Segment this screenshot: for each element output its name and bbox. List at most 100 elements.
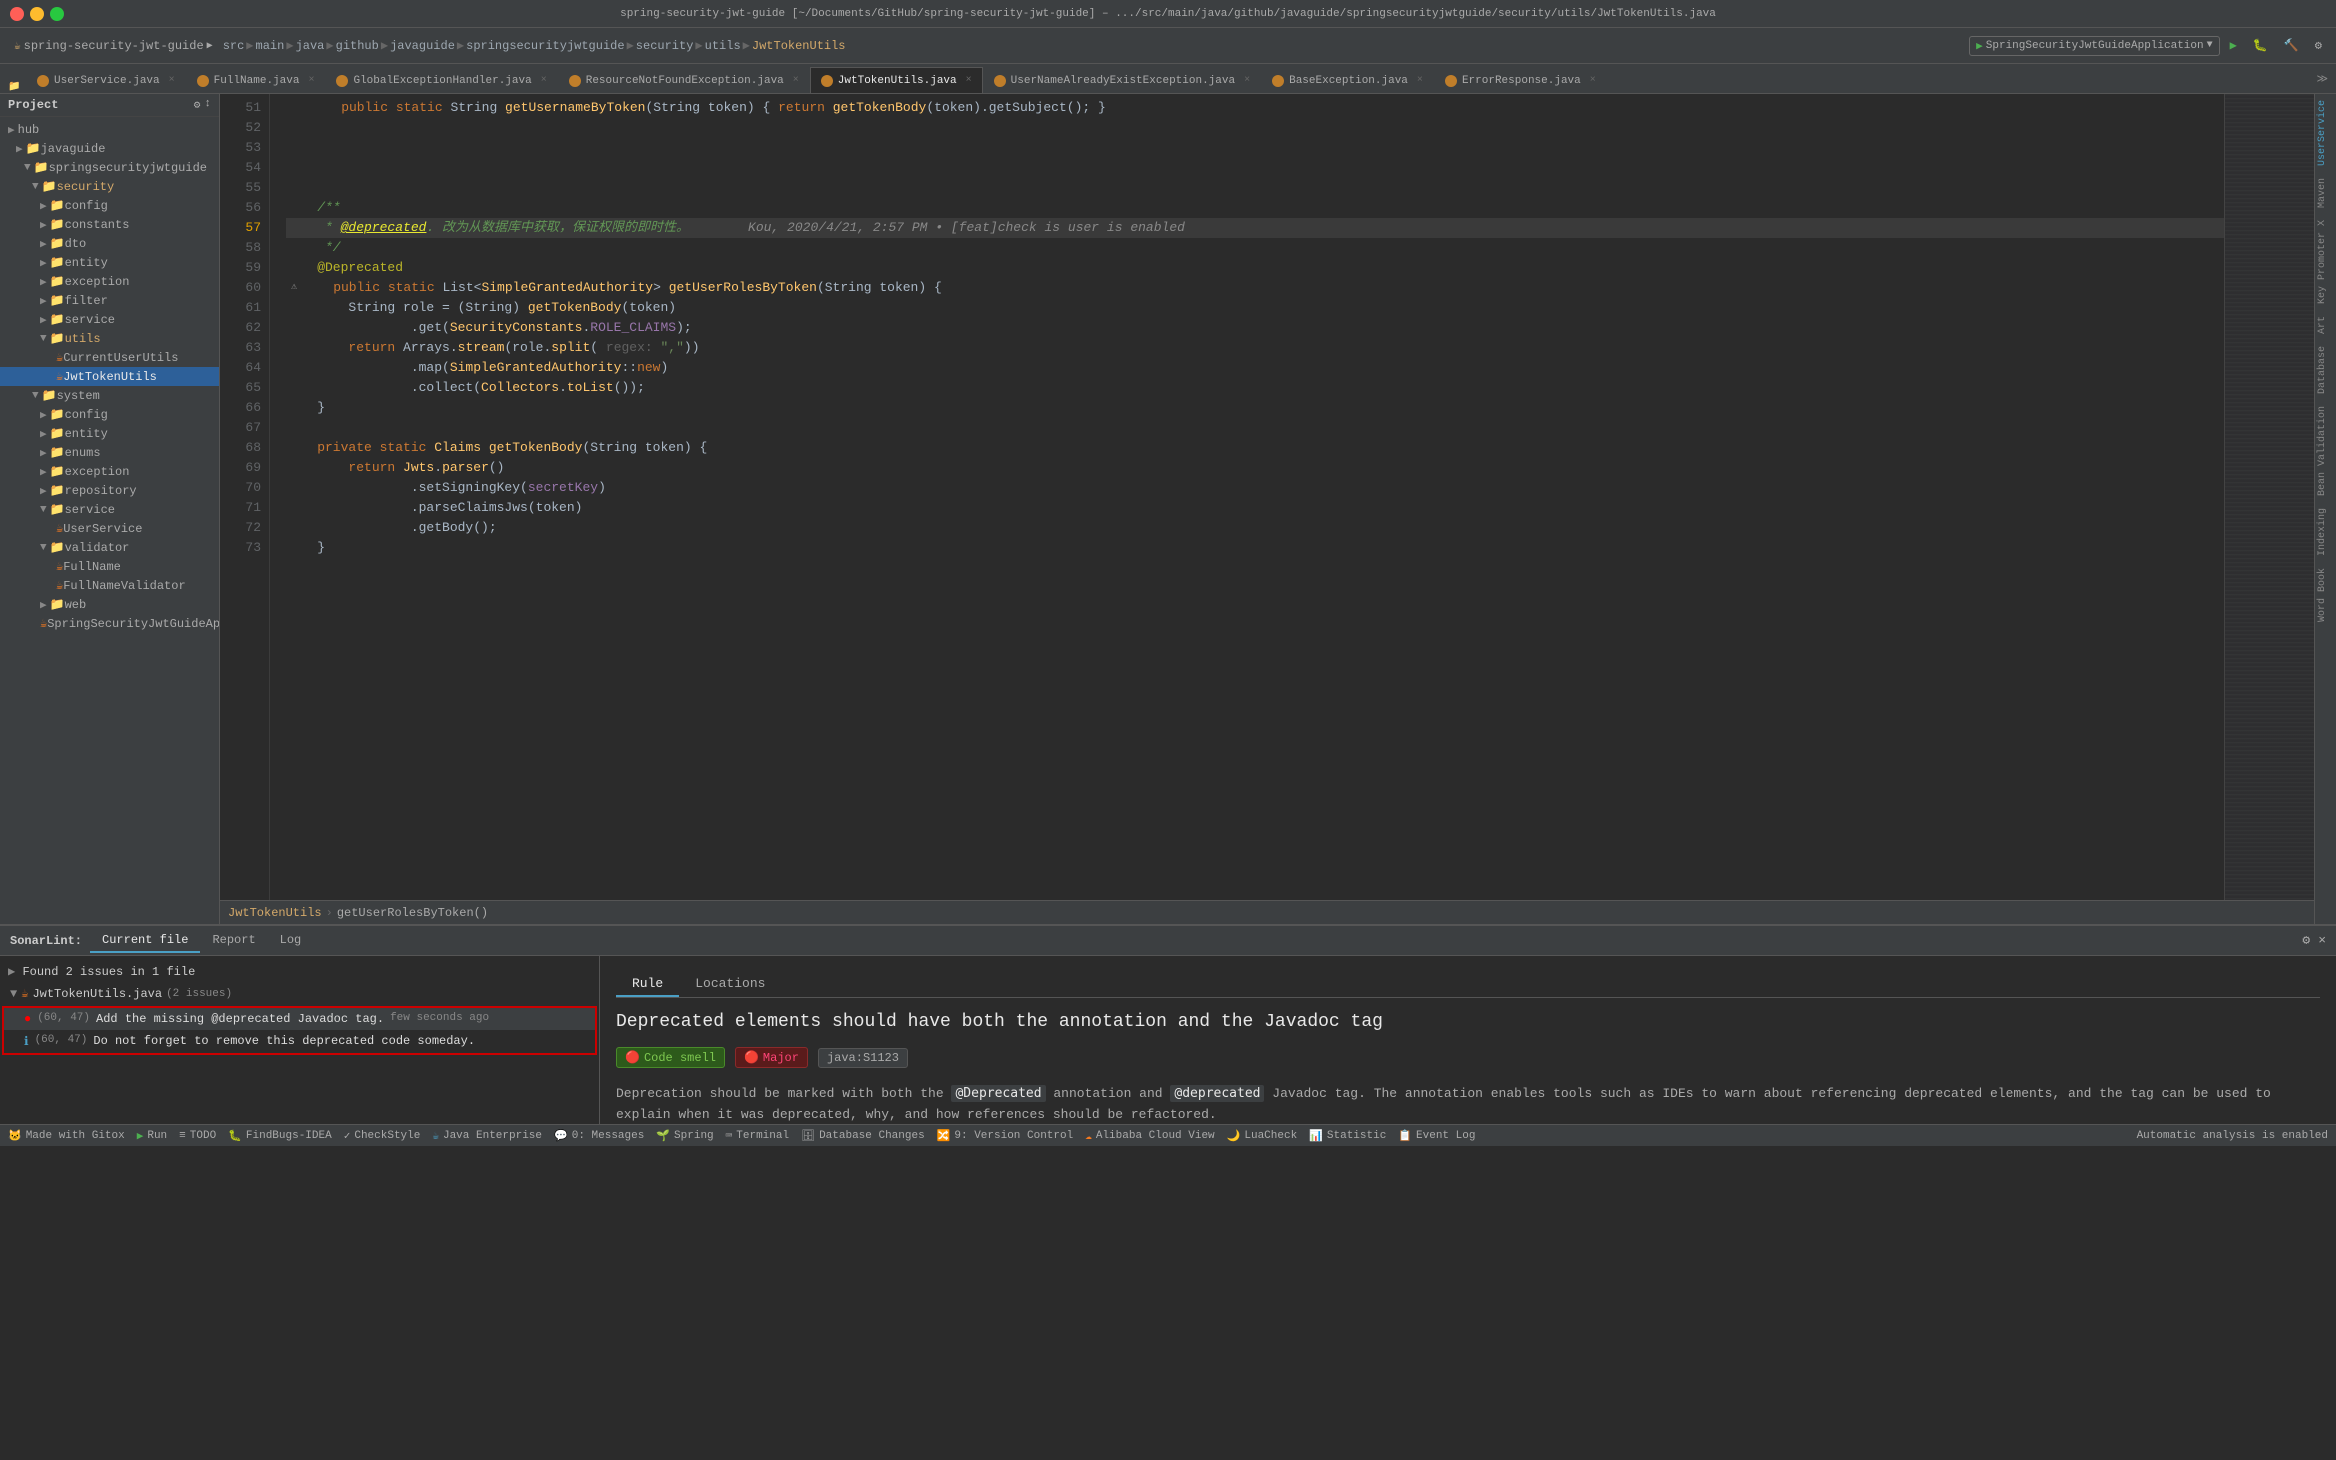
status-statistic[interactable]: 📊 Statistic	[1309, 1129, 1386, 1143]
tab-close-icon[interactable]: ×	[541, 75, 547, 86]
vtab-indexing[interactable]: Indexing	[2315, 502, 2336, 562]
status-findbugs[interactable]: 🐛 FindBugs-IDEA	[228, 1129, 332, 1143]
gear-icon: ⚙	[2315, 38, 2322, 53]
rule-tab-locations[interactable]: Locations	[679, 972, 781, 997]
tree-item-exception[interactable]: ▶ 📁 exception	[0, 272, 219, 291]
code-content[interactable]: public static String getUsernameByToken(…	[270, 94, 2224, 900]
tree-item-config[interactable]: ▶ 📁 config	[0, 196, 219, 215]
run-button[interactable]: ▶	[2224, 36, 2243, 55]
tree-item-service-security[interactable]: ▶ 📁 service	[0, 310, 219, 329]
tree-item-repository[interactable]: ▶ 📁 repository	[0, 481, 219, 500]
vtab-userservice[interactable]: UserService	[2315, 94, 2336, 172]
settings-button[interactable]: ⚙	[2309, 36, 2328, 55]
tree-item-fullnamevalidator[interactable]: ☕ FullNameValidator	[0, 576, 219, 595]
minimize-button[interactable]	[30, 7, 44, 21]
breadcrumb-utils: utils	[705, 39, 741, 53]
tree-item-filter[interactable]: ▶ 📁 filter	[0, 291, 219, 310]
tree-item-currentuserutils[interactable]: ☕ CurrentUserUtils	[0, 348, 219, 367]
tree-item-javaguide[interactable]: ▶ 📁 javaguide	[0, 139, 219, 158]
status-run[interactable]: ▶ Run	[137, 1129, 167, 1143]
tree-item-userservice[interactable]: ▶ hub	[0, 121, 219, 139]
tab-close-icon[interactable]: ×	[169, 75, 175, 86]
tab-log[interactable]: Log	[268, 929, 314, 953]
issue-item-1[interactable]: ● (60, 47) Add the missing @deprecated J…	[4, 1008, 595, 1030]
vtab-wordbook[interactable]: Word Book	[2315, 562, 2336, 628]
tree-item-dto[interactable]: ▶ 📁 dto	[0, 234, 219, 253]
debug-button[interactable]: 🐛	[2247, 36, 2274, 55]
tab-globalexception[interactable]: GlobalExceptionHandler.java ×	[325, 67, 557, 93]
tree-item-jwttokenutils[interactable]: ☕ JwtTokenUtils	[0, 367, 219, 386]
tab-close-icon[interactable]: ×	[793, 75, 799, 86]
status-alibaba[interactable]: ☁ Alibaba Cloud View	[1085, 1129, 1214, 1143]
build-button[interactable]: 🔨	[2278, 36, 2305, 55]
tab-close-icon[interactable]: ×	[1244, 75, 1250, 86]
tree-item-exception2[interactable]: ▶ 📁 exception	[0, 462, 219, 481]
rule-description: Deprecation should be marked with both t…	[616, 1084, 2320, 1124]
tree-item-utils[interactable]: ▼ 📁 utils	[0, 329, 219, 348]
sonar-close-icon[interactable]: ×	[2318, 933, 2326, 948]
status-terminal[interactable]: ⌨ Terminal	[726, 1129, 789, 1143]
tab-current-file[interactable]: Current file	[90, 929, 200, 953]
breadcrumb-javaguide: javaguide	[390, 39, 455, 53]
project-selector[interactable]: ☕ spring-security-jwt-guide ▶	[8, 37, 219, 55]
tab-close-icon[interactable]: ×	[1590, 75, 1596, 86]
close-button[interactable]	[10, 7, 24, 21]
expand-icon[interactable]: ↕	[204, 98, 211, 112]
tree-item-springsecurity[interactable]: ▼ 📁 springsecurityjwtguide	[0, 158, 219, 177]
status-gitox[interactable]: 🐱 Made with Gitox	[8, 1129, 125, 1143]
tab-userservice[interactable]: UserService.java ×	[26, 67, 186, 93]
tree-item-constants[interactable]: ▶ 📁 constants	[0, 215, 219, 234]
tree-item-userservice-file[interactable]: ☕ UserService	[0, 519, 219, 538]
tree-item-fullname[interactable]: ☕ FullName	[0, 557, 219, 576]
status-lua[interactable]: 🌙 LuaCheck	[1227, 1129, 1298, 1143]
vtab-beanvalidation[interactable]: Bean Validation	[2315, 400, 2336, 502]
tree-item-entity[interactable]: ▶ 📁 entity	[0, 253, 219, 272]
tab-close-icon[interactable]: ×	[1417, 75, 1423, 86]
tab-resourcenotfound[interactable]: ResourceNotFoundException.java ×	[558, 67, 810, 93]
status-messages[interactable]: 💬 0: Messages	[554, 1129, 644, 1143]
tab-jwttokenutils[interactable]: JwtTokenUtils.java ×	[810, 67, 983, 93]
status-todo[interactable]: ≡ TODO	[179, 1130, 216, 1142]
tree-item-service2[interactable]: ▼ 📁 service	[0, 500, 219, 519]
status-checkstyle[interactable]: ✓ CheckStyle	[344, 1129, 421, 1143]
expand-arrow: ▶	[40, 313, 47, 327]
status-version[interactable]: 🔀 9: Version Control	[937, 1129, 1074, 1143]
sonar-settings-icon[interactable]: ⚙	[2302, 933, 2310, 948]
maximize-button[interactable]	[50, 7, 64, 21]
tab-fullname[interactable]: FullName.java ×	[186, 67, 326, 93]
tab-close-icon[interactable]: ×	[966, 75, 972, 86]
tree-item-security[interactable]: ▼ 📁 security	[0, 177, 219, 196]
status-enterprise[interactable]: ☕ Java Enterprise	[432, 1129, 542, 1143]
tab-close-icon[interactable]: ×	[308, 75, 314, 86]
tree-item-system[interactable]: ▼ 📁 system	[0, 386, 219, 405]
tree-item-enums[interactable]: ▶ 📁 enums	[0, 443, 219, 462]
rule-tab-rule[interactable]: Rule	[616, 972, 679, 997]
smell-icon: 🔴	[625, 1050, 640, 1065]
tree-item-entity2[interactable]: ▶ 📁 entity	[0, 424, 219, 443]
issue-text-1: Add the missing @deprecated Javadoc tag.	[96, 1012, 384, 1026]
vtab-keypromoter[interactable]: Key Promoter X	[2315, 214, 2336, 310]
tree-item-web[interactable]: ▶ 📁 web	[0, 595, 219, 614]
tab-baseexception[interactable]: BaseException.java ×	[1261, 67, 1434, 93]
status-spring[interactable]: 🌱 Spring	[656, 1129, 713, 1143]
tree-item-validator[interactable]: ▼ 📁 validator	[0, 538, 219, 557]
code-area[interactable]: 51 52 53 54 55 56 57 58 59 60 61 62 63 6…	[220, 94, 2314, 900]
issue-item-2[interactable]: ℹ (60, 47) Do not forget to remove this …	[4, 1030, 595, 1053]
tree-item-config2[interactable]: ▶ 📁 config	[0, 405, 219, 424]
tree-item-springapp[interactable]: ☕ SpringSecurityJwtGuideApplication	[0, 614, 219, 633]
status-eventlog[interactable]: 📋 Event Log	[1398, 1129, 1475, 1143]
settings-icon[interactable]: ⚙	[194, 98, 201, 112]
project-tab[interactable]: 📁	[4, 81, 26, 93]
tab-usernamealreadyexist[interactable]: UserNameAlreadyExistException.java ×	[983, 67, 1261, 93]
tab-report[interactable]: Report	[200, 929, 267, 953]
tree-label: entity	[65, 427, 108, 441]
run-config-selector[interactable]: ▶ SpringSecurityJwtGuideApplication ▼	[1969, 36, 2219, 56]
vtab-maven[interactable]: Maven	[2315, 172, 2336, 214]
issue-file-row[interactable]: ▼ ☕ JwtTokenUtils.java (2 issues)	[0, 983, 599, 1004]
expand-arrow: ▶	[40, 465, 47, 479]
status-db[interactable]: 🗄 Database Changes	[801, 1129, 925, 1143]
vtab-art[interactable]: Art	[2315, 310, 2336, 340]
vtab-database[interactable]: Database	[2315, 340, 2336, 400]
tab-overflow[interactable]: ≫	[2312, 72, 2332, 86]
tab-errorresponse[interactable]: ErrorResponse.java ×	[1434, 67, 1607, 93]
